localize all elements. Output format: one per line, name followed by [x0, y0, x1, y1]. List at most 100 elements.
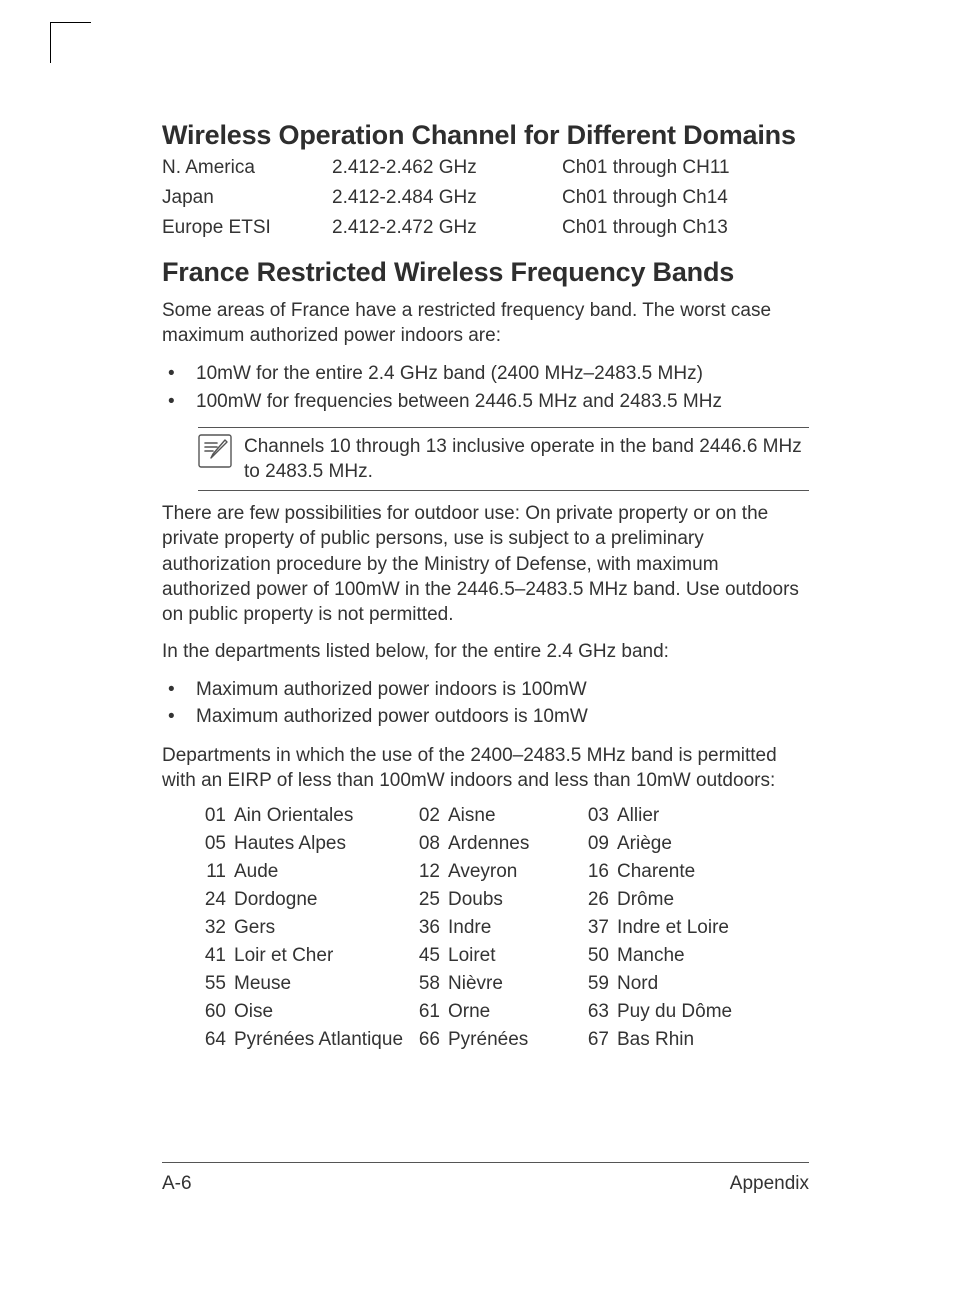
- department-name: Orne: [448, 1001, 490, 1023]
- department-number: 66: [416, 1029, 440, 1051]
- department-name: Pyrénées Atlantique: [234, 1029, 403, 1051]
- department-name: Nièvre: [448, 973, 503, 995]
- department-name: Hautes Alpes: [234, 833, 346, 855]
- department-number: 55: [202, 973, 226, 995]
- department-cell: 09 Ariège: [585, 833, 809, 855]
- france-paragraph-departments-intro: In the departments listed below, for the…: [162, 639, 809, 664]
- department-cell: 58Nièvre: [416, 973, 581, 995]
- department-number: 36: [416, 917, 440, 939]
- department-cell: 12Aveyron: [416, 861, 581, 883]
- department-cell: 01 Ain Orientales: [202, 805, 412, 827]
- domain-region: N. America: [162, 157, 332, 179]
- domain-table: N. America 2.412-2.462 GHz Ch01 through …: [162, 157, 809, 239]
- department-name: Allier: [617, 805, 659, 827]
- department-number: 37: [585, 917, 609, 939]
- domain-channels: Ch01 through Ch14: [562, 187, 809, 209]
- department-number: 61: [416, 1001, 440, 1023]
- list-item: 10mW for the entire 2.4 GHz band (2400 M…: [162, 360, 809, 388]
- department-name: Dordogne: [234, 889, 317, 911]
- department-cell: 67 Bas Rhin: [585, 1029, 809, 1051]
- department-cell: 66 Pyrénées: [416, 1029, 581, 1051]
- department-name: Drôme: [617, 889, 674, 911]
- department-name: Aisne: [448, 805, 496, 827]
- domain-freq: 2.412-2.484 GHz: [332, 187, 562, 209]
- department-number: 09: [585, 833, 609, 855]
- department-cell: 50 Manche: [585, 945, 809, 967]
- department-name: Ariège: [617, 833, 672, 855]
- heading-wireless-domains: Wireless Operation Channel for Different…: [162, 120, 809, 151]
- page-content: Wireless Operation Channel for Different…: [0, 0, 954, 1315]
- department-number: 02: [416, 805, 440, 827]
- department-cell: 60Oise: [202, 1001, 412, 1023]
- department-cell: 59 Nord: [585, 973, 809, 995]
- france-paragraph-outdoor: There are few possibilities for outdoor …: [162, 501, 809, 626]
- department-cell: 32 Gers: [202, 917, 412, 939]
- department-name: Ardennes: [448, 833, 529, 855]
- department-number: 08: [416, 833, 440, 855]
- department-name: Indre et Loire: [617, 917, 729, 939]
- list-item: Maximum authorized power outdoors is 10m…: [162, 703, 809, 731]
- domain-freq: 2.412-2.472 GHz: [332, 217, 562, 239]
- department-number: 63: [585, 1001, 609, 1023]
- domain-region: Europe ETSI: [162, 217, 332, 239]
- department-name: Aude: [234, 861, 278, 883]
- note-icon: [198, 434, 232, 473]
- department-number: 01: [202, 805, 226, 827]
- department-number: 11: [202, 861, 226, 883]
- department-name: Gers: [234, 917, 275, 939]
- department-number: 26: [585, 889, 609, 911]
- department-cell: 64Pyrénées Atlantique: [202, 1029, 412, 1051]
- department-number: 16: [585, 861, 609, 883]
- department-name: Manche: [617, 945, 685, 967]
- department-cell: 11 Aude: [202, 861, 412, 883]
- france-bullets-1: 10mW for the entire 2.4 GHz band (2400 M…: [162, 360, 809, 415]
- department-number: 50: [585, 945, 609, 967]
- france-paragraph-eirp: Departments in which the use of the 2400…: [162, 743, 809, 793]
- department-name: Loiret: [448, 945, 496, 967]
- footer-section-name: Appendix: [730, 1173, 809, 1195]
- department-name: Nord: [617, 973, 658, 995]
- department-number: 24: [202, 889, 226, 911]
- department-name: Puy du Dôme: [617, 1001, 732, 1023]
- department-name: Indre: [448, 917, 491, 939]
- department-cell: 61 Orne: [416, 1001, 581, 1023]
- department-cell: 26 Drôme: [585, 889, 809, 911]
- heading-france-bands: France Restricted Wireless Frequency Ban…: [162, 257, 809, 288]
- footer-page-number: A-6: [162, 1173, 192, 1195]
- department-name: Pyrénées: [448, 1029, 528, 1051]
- department-cell: 24 Dordogne: [202, 889, 412, 911]
- department-name: Doubs: [448, 889, 503, 911]
- page-footer: A-6 Appendix: [162, 1162, 809, 1195]
- department-number: 45: [416, 945, 440, 967]
- department-cell: 45 Loiret: [416, 945, 581, 967]
- note-text: Channels 10 through 13 inclusive operate…: [244, 434, 809, 484]
- department-name: Charente: [617, 861, 695, 883]
- department-cell: 55 Meuse: [202, 973, 412, 995]
- domain-region: Japan: [162, 187, 332, 209]
- department-number: 05: [202, 833, 226, 855]
- department-number: 03: [585, 805, 609, 827]
- department-cell: 36 Indre: [416, 917, 581, 939]
- list-item: 100mW for frequencies between 2446.5 MHz…: [162, 388, 809, 416]
- list-item: Maximum authorized power indoors is 100m…: [162, 676, 809, 704]
- department-name: Oise: [234, 1001, 273, 1023]
- department-name: Bas Rhin: [617, 1029, 694, 1051]
- department-number: 59: [585, 973, 609, 995]
- domain-freq: 2.412-2.462 GHz: [332, 157, 562, 179]
- france-bullets-2: Maximum authorized power indoors is 100m…: [162, 676, 809, 731]
- department-cell: 08 Ardennes: [416, 833, 581, 855]
- department-number: 67: [585, 1029, 609, 1051]
- department-cell: 37 Indre et Loire: [585, 917, 809, 939]
- department-cell: 63 Puy du Dôme: [585, 1001, 809, 1023]
- department-cell: 03 Allier: [585, 805, 809, 827]
- domain-channels: Ch01 through Ch13: [562, 217, 809, 239]
- department-number: 32: [202, 917, 226, 939]
- departments-grid: 01 Ain Orientales 02 Aisne 03 Allier 05 Hautes …: [202, 805, 809, 1051]
- department-name: Ain Orientales: [234, 805, 353, 827]
- department-name: Meuse: [234, 973, 291, 995]
- note-box: Channels 10 through 13 inclusive operate…: [198, 427, 809, 491]
- department-number: 12: [416, 861, 440, 883]
- department-cell: 05 Hautes Alpes: [202, 833, 412, 855]
- france-intro-paragraph: Some areas of France have a restricted f…: [162, 298, 809, 348]
- department-number: 25: [416, 889, 440, 911]
